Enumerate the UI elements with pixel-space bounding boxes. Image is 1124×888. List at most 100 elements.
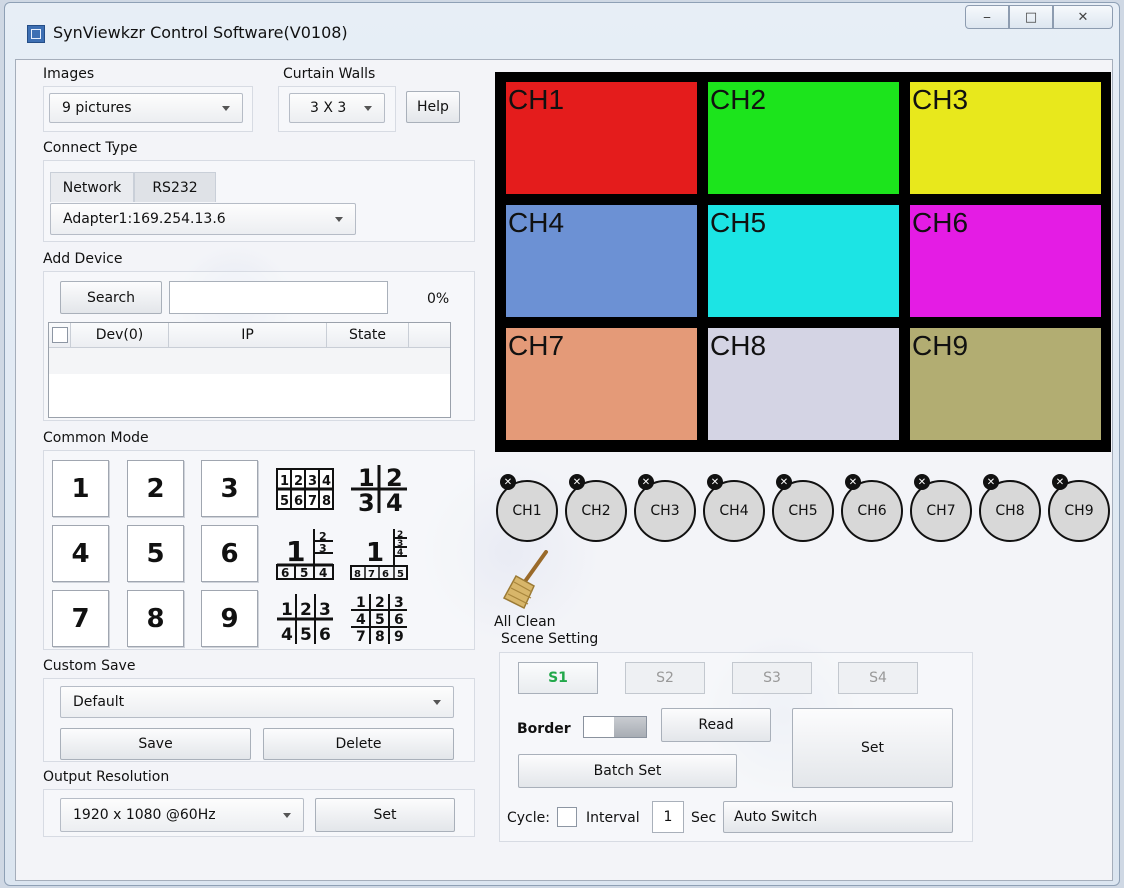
- wall-cell-ch5[interactable]: CH5: [708, 205, 899, 317]
- cycle-checkbox[interactable]: [557, 807, 577, 827]
- svg-text:4: 4: [397, 548, 403, 558]
- wall-cell-ch3[interactable]: CH3: [910, 82, 1101, 194]
- batch-set-button[interactable]: Batch Set: [518, 754, 737, 788]
- column-header-state[interactable]: State: [327, 323, 409, 347]
- scene-s4-button[interactable]: S4: [838, 662, 918, 694]
- wall-cell-ch4[interactable]: CH4: [506, 205, 697, 317]
- read-button[interactable]: Read: [661, 708, 771, 742]
- remove-channel-icon[interactable]: ✕: [569, 474, 585, 490]
- window-controls: ⎯ □ ✕: [965, 5, 1113, 29]
- delete-button[interactable]: Delete: [263, 728, 454, 760]
- svg-text:3: 3: [394, 595, 404, 611]
- border-toggle[interactable]: [583, 716, 647, 738]
- svg-text:7: 7: [356, 629, 366, 645]
- wall-cell-ch7[interactable]: CH7: [506, 328, 697, 440]
- layout-9-grid-button[interactable]: 123 456 789: [349, 590, 409, 647]
- scene-s2-button[interactable]: S2: [625, 662, 705, 694]
- svg-text:5: 5: [397, 569, 404, 580]
- svg-text:2: 2: [386, 464, 403, 492]
- select-all-checkbox[interactable]: [51, 327, 68, 343]
- tab-network[interactable]: Network: [50, 172, 134, 202]
- svg-text:5: 5: [375, 612, 385, 628]
- broom-icon[interactable]: [502, 550, 552, 610]
- window-title: SynViewkzr Control Software(V0108): [53, 23, 348, 42]
- app-window: SynViewkzr Control Software(V0108) ⎯ □ ✕…: [4, 2, 1120, 886]
- layout-4-grid-icon: 12 34: [351, 464, 407, 514]
- layout-8-grid-icon: 1234 5678: [276, 467, 334, 510]
- table-row: [49, 348, 450, 374]
- wall-cell-ch2[interactable]: CH2: [708, 82, 899, 194]
- close-button[interactable]: ✕: [1053, 5, 1113, 29]
- resolution-set-button[interactable]: Set: [315, 798, 455, 832]
- mode-5-button[interactable]: 5: [127, 525, 184, 582]
- maximize-button[interactable]: □: [1009, 5, 1053, 29]
- mode-1-button[interactable]: 1: [52, 460, 109, 517]
- auto-switch-button[interactable]: Auto Switch: [723, 801, 953, 833]
- save-button[interactable]: Save: [60, 728, 251, 760]
- svg-text:6: 6: [294, 494, 303, 509]
- wall-cell-ch1[interactable]: CH1: [506, 82, 697, 194]
- custom-save-select[interactable]: Default: [60, 686, 454, 718]
- remove-channel-icon[interactable]: ✕: [500, 474, 516, 490]
- tab-rs232[interactable]: RS232: [134, 172, 216, 202]
- layout-1-plus-5-icon: 1 23 654: [276, 528, 334, 580]
- layout-6-grid-icon: 123 456: [277, 593, 333, 645]
- mode-4-button[interactable]: 4: [52, 525, 109, 582]
- cycle-label: Cycle:: [507, 810, 550, 826]
- chevron-down-icon: [433, 700, 441, 705]
- resolution-select[interactable]: 1920 x 1080 @60Hz: [60, 798, 304, 832]
- svg-text:3: 3: [308, 474, 317, 489]
- remove-channel-icon[interactable]: ✕: [983, 474, 999, 490]
- mode-2-button[interactable]: 2: [127, 460, 184, 517]
- layout-1-plus-7-button[interactable]: 1 234 8765: [349, 525, 409, 582]
- svg-text:1: 1: [366, 538, 384, 568]
- remove-channel-icon[interactable]: ✕: [1052, 474, 1068, 490]
- remove-channel-icon[interactable]: ✕: [845, 474, 861, 490]
- remove-channel-icon[interactable]: ✕: [638, 474, 654, 490]
- chevron-down-icon: [283, 813, 291, 818]
- scene-set-button[interactable]: Set: [792, 708, 953, 788]
- layout-4-grid-button[interactable]: 12 34: [349, 460, 409, 517]
- layout-8-grid-button[interactable]: 1234 5678: [275, 460, 335, 517]
- remove-channel-icon[interactable]: ✕: [914, 474, 930, 490]
- interval-input[interactable]: 1: [652, 801, 684, 833]
- remove-channel-icon[interactable]: ✕: [707, 474, 723, 490]
- scene-s1-button[interactable]: S1: [518, 662, 598, 694]
- svg-text:4: 4: [356, 612, 366, 628]
- wall-cell-label: CH1: [508, 84, 565, 115]
- svg-text:3: 3: [358, 489, 375, 514]
- remove-channel-icon[interactable]: ✕: [776, 474, 792, 490]
- search-input[interactable]: [169, 281, 388, 314]
- minimize-button[interactable]: ⎯: [965, 5, 1009, 29]
- layout-9-grid-icon: 123 456 789: [351, 593, 407, 645]
- mode-6-button[interactable]: 6: [201, 525, 258, 582]
- output-resolution-label: Output Resolution: [43, 769, 170, 785]
- wall-cell-ch6[interactable]: CH6: [910, 205, 1101, 317]
- layout-6-grid-button[interactable]: 123 456: [275, 590, 335, 647]
- all-clean-label[interactable]: All Clean: [494, 614, 556, 630]
- images-select-value: 9 pictures: [62, 100, 132, 116]
- mode-3-button[interactable]: 3: [201, 460, 258, 517]
- column-header-ip[interactable]: IP: [169, 323, 327, 347]
- images-select[interactable]: 9 pictures: [49, 93, 243, 123]
- svg-text:4: 4: [322, 474, 331, 489]
- svg-text:1: 1: [358, 464, 375, 492]
- svg-text:2: 2: [294, 474, 303, 489]
- wall-cell-ch8[interactable]: CH8: [708, 328, 899, 440]
- custom-save-value: Default: [73, 694, 125, 710]
- curtain-walls-select[interactable]: 3 X 3: [289, 93, 385, 123]
- search-button[interactable]: Search: [60, 281, 162, 314]
- svg-text:1: 1: [281, 600, 293, 620]
- mode-8-button[interactable]: 8: [127, 590, 184, 647]
- select-all-cell: [49, 323, 71, 347]
- mode-9-button[interactable]: 9: [201, 590, 258, 647]
- column-header-dev[interactable]: Dev(0): [71, 323, 169, 347]
- chevron-down-icon: [364, 106, 372, 111]
- wall-cell-ch9[interactable]: CH9: [910, 328, 1101, 440]
- adapter-select[interactable]: Adapter1:169.254.13.6: [50, 203, 356, 235]
- help-button[interactable]: Help: [406, 91, 460, 123]
- scene-s3-button[interactable]: S3: [732, 662, 812, 694]
- resolution-value: 1920 x 1080 @60Hz: [73, 807, 216, 823]
- mode-7-button[interactable]: 7: [52, 590, 109, 647]
- layout-1-plus-5-button[interactable]: 1 23 654: [275, 525, 335, 582]
